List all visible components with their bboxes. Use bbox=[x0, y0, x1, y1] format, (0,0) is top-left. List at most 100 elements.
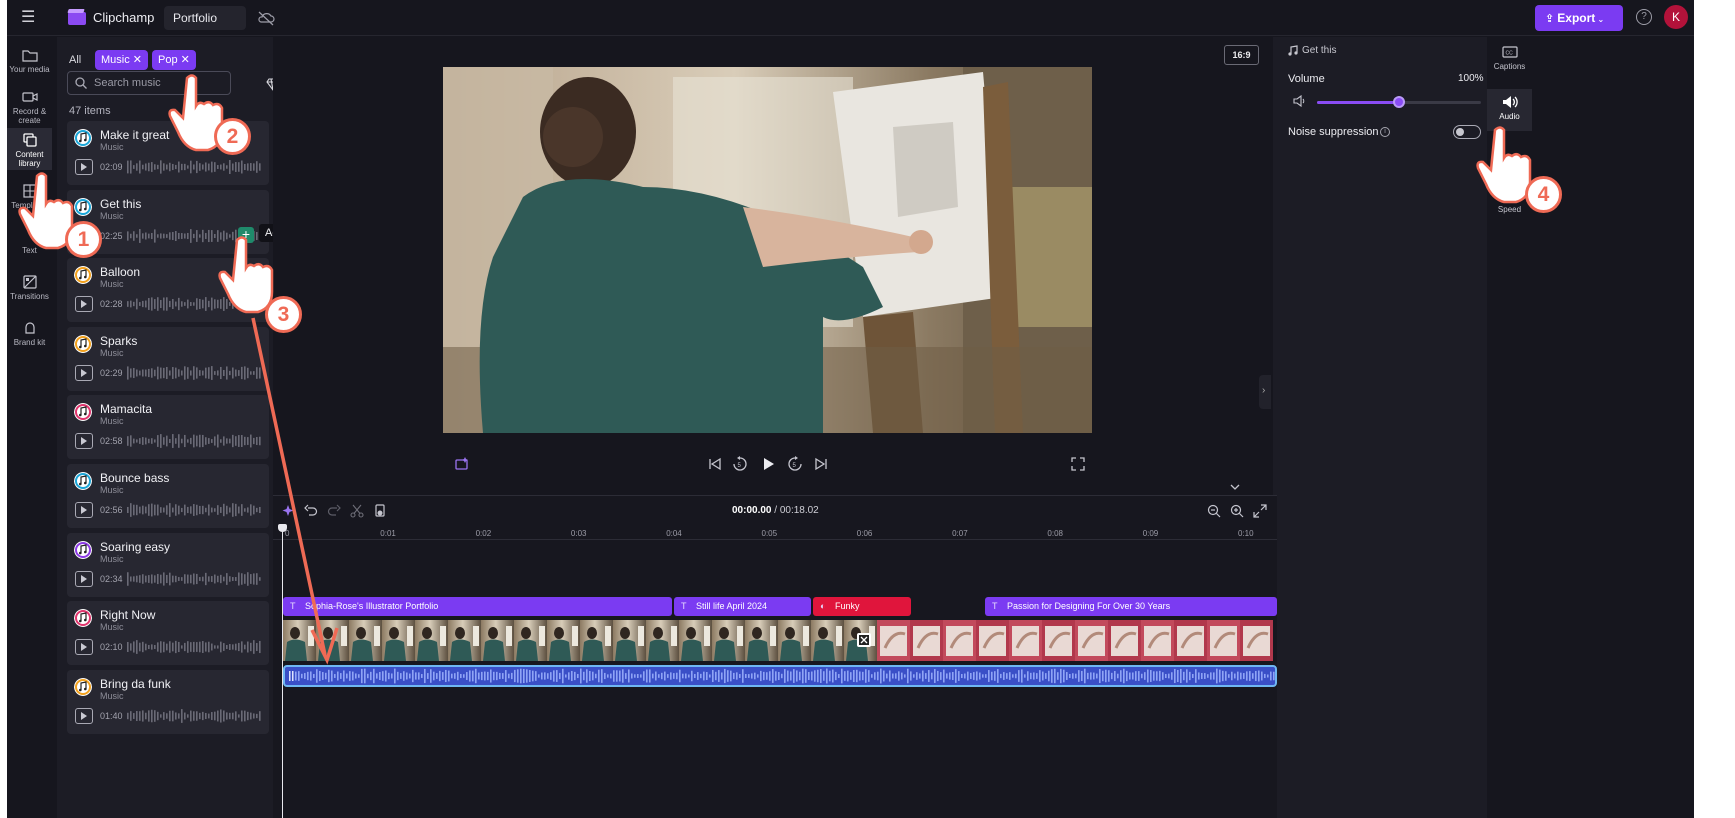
nav-content-library[interactable]: Content library bbox=[7, 128, 52, 170]
play-preview-button[interactable] bbox=[75, 159, 93, 175]
play-preview-button[interactable] bbox=[75, 502, 93, 518]
magic-sparkle-icon[interactable] bbox=[282, 504, 296, 518]
video-thumbnail bbox=[646, 620, 679, 661]
step-badge-2: 2 bbox=[214, 118, 251, 155]
ruler-tick-label: 0:10 bbox=[1238, 529, 1254, 538]
undo-icon[interactable] bbox=[304, 504, 318, 518]
nav-audio[interactable]: Audio bbox=[1487, 89, 1532, 131]
content-library-icon bbox=[22, 133, 37, 147]
export-button[interactable]: ⇪ Export ⌄ bbox=[1535, 5, 1623, 31]
music-track-card[interactable]: Balloon Music 02:28 bbox=[67, 258, 269, 322]
track-title: Make it great bbox=[100, 128, 170, 142]
text-clip[interactable]: T Passion for Designing For Over 30 Years bbox=[985, 597, 1277, 616]
nav-captions[interactable]: CC Captions bbox=[1487, 42, 1532, 82]
cloud-off-icon[interactable] bbox=[257, 10, 275, 26]
speaker-icon[interactable] bbox=[1293, 95, 1307, 107]
rewind-5s-icon[interactable]: 5 bbox=[732, 456, 748, 472]
track-duration: 02:25 bbox=[100, 231, 123, 241]
music-track-card[interactable]: Right Now Music 02:10 bbox=[67, 601, 269, 665]
audio-clip[interactable] bbox=[283, 665, 1277, 687]
track-duration: 02:29 bbox=[100, 368, 123, 378]
search-input[interactable]: Search music bbox=[67, 71, 231, 95]
playhead[interactable] bbox=[278, 524, 287, 818]
music-track-card[interactable]: Sparks Music 02:29 bbox=[67, 327, 269, 391]
duplicate-icon[interactable] bbox=[373, 504, 387, 518]
redo-icon[interactable] bbox=[327, 504, 341, 518]
track-type: Music bbox=[100, 485, 124, 495]
play-preview-button[interactable] bbox=[75, 365, 93, 381]
timeline-ruler[interactable]: 0 0:01 0:02 0:03 0:04 0:05 0:06 0:07 0:08 0:09 0:1… bbox=[273, 526, 1277, 540]
video-thumbnail bbox=[283, 620, 316, 661]
forward-5s-icon[interactable]: 5 bbox=[787, 456, 803, 472]
noise-suppression-toggle[interactable] bbox=[1453, 125, 1481, 139]
zoom-in-icon[interactable] bbox=[1230, 504, 1244, 518]
magic-edit-icon[interactable] bbox=[454, 456, 470, 472]
avatar[interactable]: K bbox=[1664, 5, 1688, 29]
track-type: Music bbox=[100, 622, 124, 632]
video-thumbnail bbox=[778, 620, 811, 661]
music-track-card[interactable]: Bring da funk Music 01:40 bbox=[67, 670, 269, 734]
transition-marker-icon[interactable] bbox=[857, 633, 871, 647]
music-track-card[interactable]: Mamacita Music 02:58 bbox=[67, 395, 269, 459]
nav-record-create[interactable]: Record & create bbox=[7, 87, 52, 127]
menu-icon[interactable]: ☰ bbox=[21, 9, 39, 27]
video-thumbnail bbox=[811, 620, 844, 661]
video-thumbnail bbox=[679, 620, 712, 661]
text-clip[interactable]: T Still life April 2024 bbox=[674, 597, 811, 616]
play-preview-button[interactable] bbox=[75, 708, 93, 724]
filter-chip-pop[interactable]: Pop ✕ bbox=[152, 50, 196, 70]
play-preview-button[interactable] bbox=[75, 296, 93, 312]
close-icon[interactable]: ✕ bbox=[181, 54, 190, 66]
music-track-card[interactable]: Soaring easy Music 02:34 bbox=[67, 533, 269, 597]
ruler-tick-label: 0:02 bbox=[475, 529, 492, 538]
zoom-out-icon[interactable] bbox=[1207, 504, 1221, 518]
project-name-field[interactable]: Portfolio bbox=[164, 6, 246, 30]
nav-speed[interactable]: Speed bbox=[1487, 205, 1532, 221]
volume-slider[interactable] bbox=[1317, 96, 1481, 108]
track-title: Mamacita bbox=[100, 402, 153, 416]
text-type-icon: T bbox=[681, 601, 687, 611]
add-to-timeline-button[interactable]: + bbox=[238, 227, 254, 243]
music-note-icon bbox=[74, 266, 92, 284]
video-thumbnail bbox=[1108, 620, 1141, 661]
video-thumbnail bbox=[976, 620, 1009, 661]
play-preview-button[interactable] bbox=[75, 571, 93, 587]
music-track-card[interactable]: Bounce bass Music 02:56 bbox=[67, 464, 269, 528]
play-preview-button[interactable] bbox=[75, 639, 93, 655]
nav-text[interactable]: Text bbox=[7, 239, 52, 261]
video-thumbnail bbox=[877, 620, 910, 661]
effect-clip-funky[interactable]: ◐ Funky bbox=[813, 597, 911, 616]
play-icon[interactable] bbox=[760, 456, 776, 472]
skip-forward-icon[interactable] bbox=[813, 456, 829, 472]
fullscreen-icon[interactable] bbox=[1070, 456, 1086, 472]
skip-back-icon[interactable] bbox=[707, 456, 723, 472]
nav-brand-kit[interactable]: Brand kit bbox=[7, 319, 52, 355]
aspect-ratio-button[interactable]: 16:9 bbox=[1224, 45, 1259, 65]
nav-transitions[interactable]: Transitions bbox=[7, 273, 52, 309]
app-name: Clipchamp bbox=[93, 10, 155, 25]
captions-icon: CC bbox=[1501, 46, 1518, 58]
folder-icon bbox=[21, 50, 38, 62]
video-thumbnail bbox=[580, 620, 613, 661]
panel-toggle[interactable]: › bbox=[1259, 375, 1271, 409]
collapse-chevron-icon[interactable] bbox=[1228, 482, 1242, 492]
filter-all[interactable]: All bbox=[69, 50, 81, 70]
nav-templates[interactable]: Templates bbox=[7, 182, 52, 218]
video-thumbnail bbox=[481, 620, 514, 661]
close-icon[interactable]: ✕ bbox=[133, 54, 142, 66]
volume-slider-handle[interactable] bbox=[1393, 96, 1405, 108]
scissors-icon[interactable] bbox=[350, 504, 364, 518]
video-track[interactable] bbox=[283, 620, 1277, 661]
fit-timeline-icon[interactable] bbox=[1253, 504, 1267, 518]
nav-your-media[interactable]: Your media bbox=[7, 45, 52, 81]
help-icon[interactable]: ? bbox=[1636, 9, 1652, 25]
effect-icon: ◐ bbox=[820, 601, 826, 611]
brand-kit-icon bbox=[24, 322, 35, 334]
track-waveform bbox=[127, 434, 261, 448]
video-thumbnail bbox=[1042, 620, 1075, 661]
play-preview-button[interactable] bbox=[75, 433, 93, 449]
filter-chip-music[interactable]: Music ✕ bbox=[95, 50, 149, 70]
audio-icon bbox=[1502, 96, 1518, 108]
text-clip[interactable]: T Sophia-Rose's Illustrator Portfolio bbox=[283, 597, 672, 616]
info-icon[interactable]: i bbox=[1380, 127, 1390, 137]
